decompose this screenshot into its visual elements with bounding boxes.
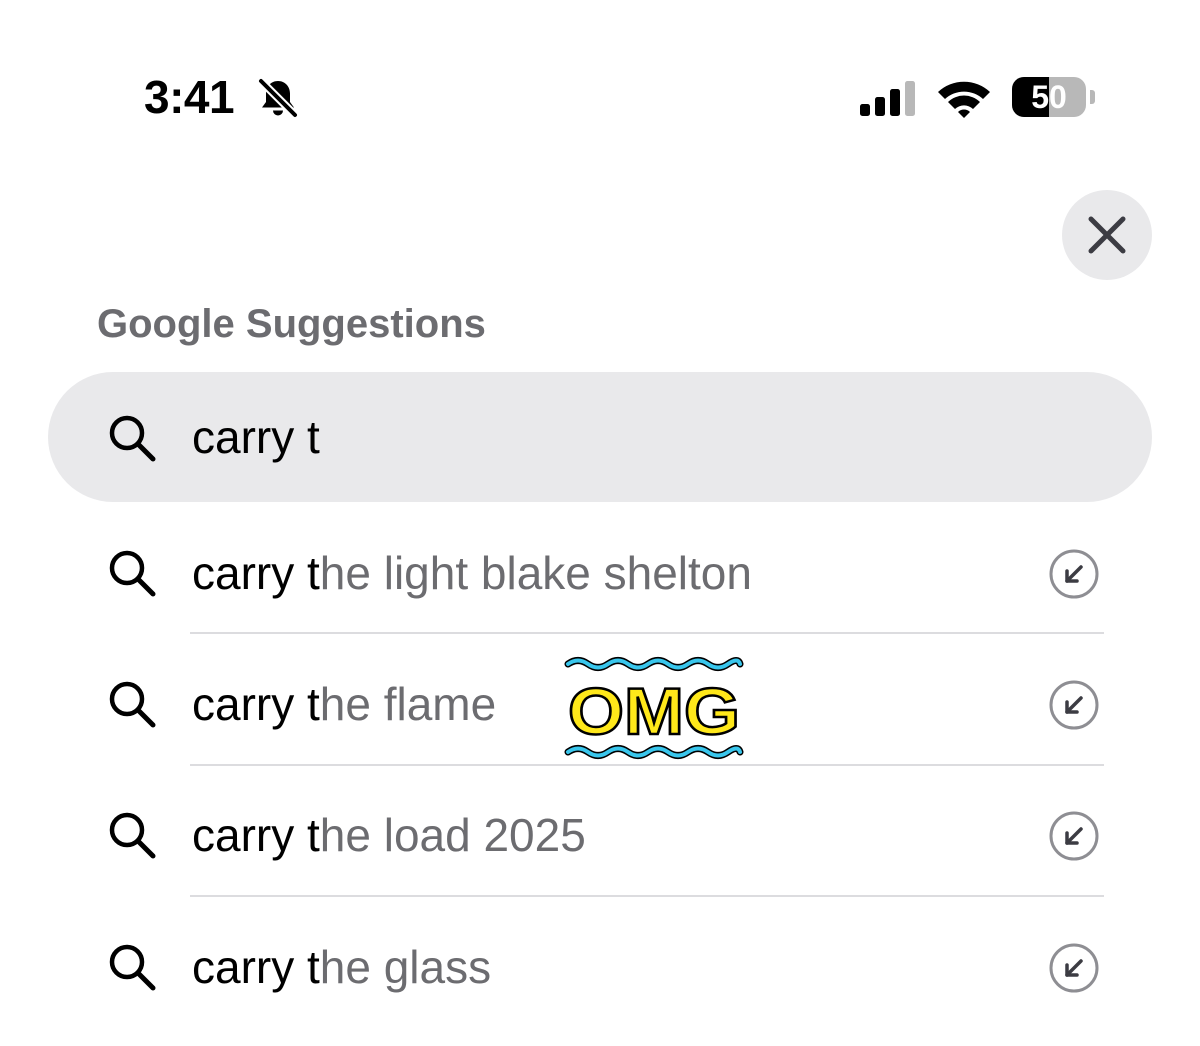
search-icon [109, 812, 156, 859]
suggestion-completion-text: he load 2025 [319, 809, 586, 861]
fill-query-arrow-icon[interactable] [1048, 679, 1100, 731]
battery-cap [1090, 90, 1095, 104]
search-icon [109, 415, 156, 462]
fill-query-arrow-icon[interactable] [1048, 548, 1100, 600]
section-title: Google Suggestions [97, 302, 486, 346]
suggestion-typed-text: carry t [192, 678, 320, 730]
search-icon [109, 550, 156, 597]
battery-icon: 50 [1012, 77, 1096, 119]
fill-query-arrow-icon[interactable] [1048, 810, 1100, 862]
suggestion-completion-text: he light blake shelton [319, 547, 752, 599]
status-time: 3:41 [144, 71, 235, 123]
search-icon [109, 681, 156, 728]
battery-body: 50 [1012, 77, 1086, 117]
battery-percentage: 50 [1031, 79, 1067, 115]
suggestion-text: carry the load 2025 [192, 807, 586, 863]
fill-query-arrow-icon[interactable] [1048, 942, 1100, 994]
suggestion-text: carry the light blake shelton [192, 545, 752, 601]
search-field[interactable] [48, 372, 1152, 502]
divider [190, 895, 1104, 897]
cellular-signal-icon [860, 81, 915, 116]
sticker-text: OMG [568, 674, 740, 748]
suggestion-typed-text: carry t [192, 941, 320, 993]
divider [190, 632, 1104, 634]
suggestion-typed-text: carry t [192, 809, 320, 861]
suggestion-row[interactable]: carry the light blake shelton [0, 505, 1200, 635]
suggestion-row[interactable]: carry the glass [0, 899, 1200, 1029]
suggestion-text: carry the glass [192, 939, 491, 995]
close-button[interactable] [1062, 190, 1152, 280]
search-icon [109, 944, 156, 991]
bell-slash-icon [257, 77, 299, 119]
wifi-icon [938, 81, 990, 118]
close-icon [1088, 216, 1126, 254]
suggestion-typed-text: carry t [192, 547, 320, 599]
suggestion-completion-text: he glass [319, 941, 492, 993]
search-input[interactable] [192, 402, 1092, 472]
status-bar: 3:41 50 [0, 0, 1200, 190]
suggestion-completion-text: he flame [319, 678, 497, 730]
omg-sticker: OMG [564, 657, 744, 759]
suggestion-row[interactable]: carry the load 2025 [0, 767, 1200, 897]
suggestion-text: carry the flame [192, 676, 496, 732]
